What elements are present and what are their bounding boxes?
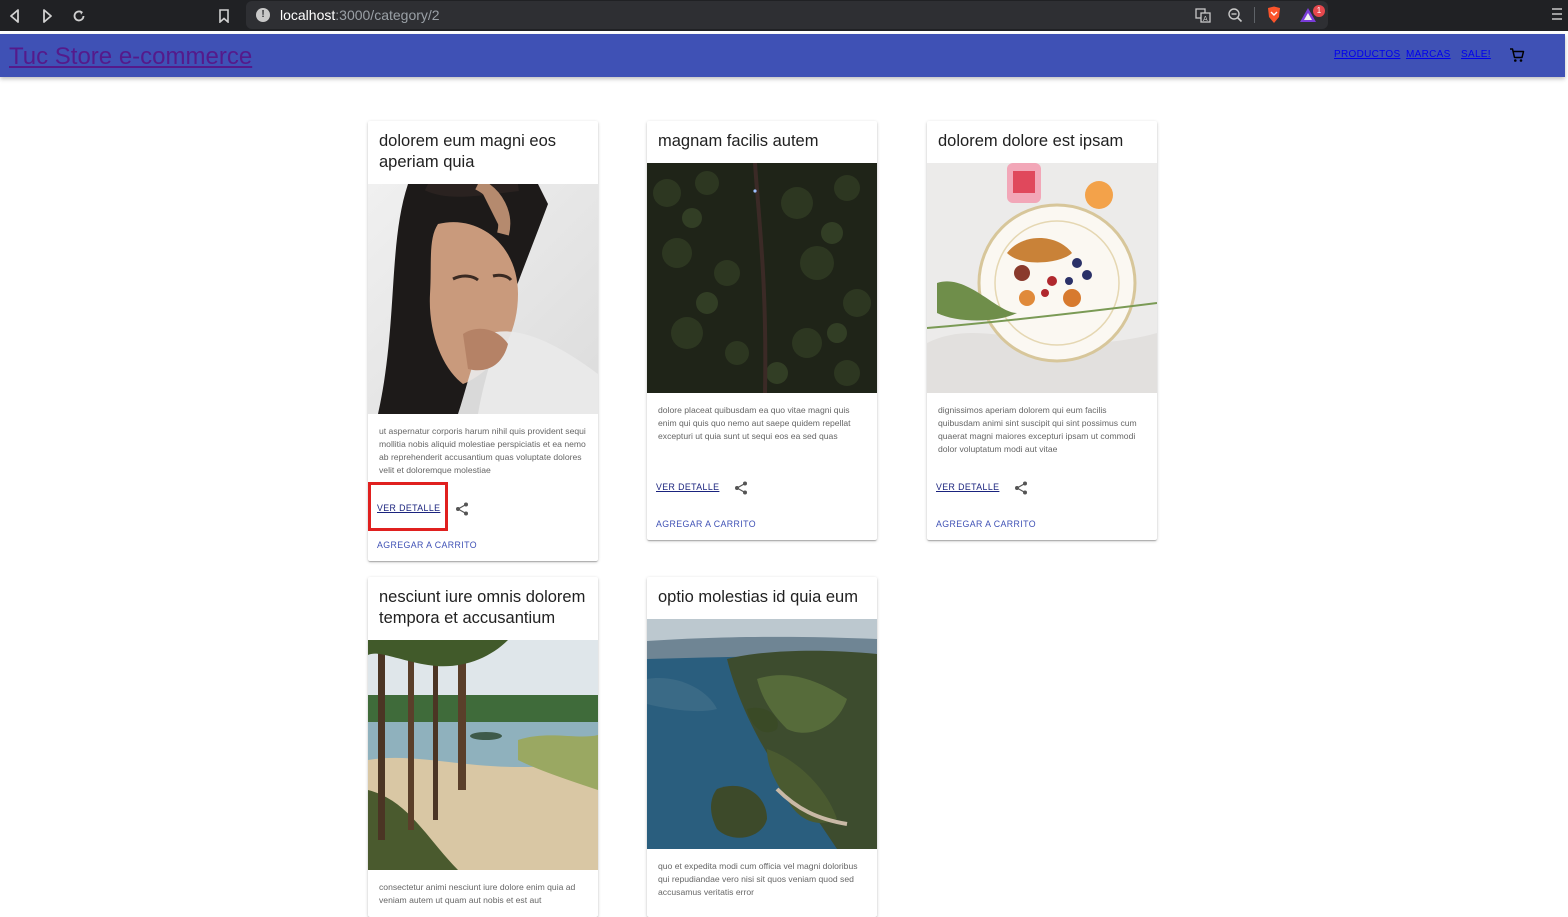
address-bar[interactable]: ! localhost:3000/category/2 A (246, 1, 1328, 29)
nav-marcas[interactable]: MARCAS (1406, 49, 1451, 60)
share-icon[interactable] (734, 481, 748, 495)
translate-icon[interactable]: A (1194, 6, 1212, 24)
notification-badge: 1 (1313, 5, 1325, 17)
ver-detalle-link[interactable]: VER DETALLE (936, 482, 999, 492)
product-title: magnam facilis autem (658, 132, 819, 150)
product-card: nesciunt iure omnis dolorem tempora et a… (368, 577, 598, 917)
product-description: dignissimos aperiam dolorem qui eum faci… (938, 405, 1137, 454)
app-header: Tuc Store e-commerce PRODUCTOS MARCAS SA… (0, 34, 1565, 77)
product-title: dolorem eum magni eos aperiam quia (379, 132, 557, 171)
product-card: optio molestias id quia eum quo et exped… (647, 577, 877, 917)
product-image (368, 640, 598, 870)
product-image (927, 163, 1157, 393)
product-image (368, 177, 598, 414)
browser-toolbar: ! localhost:3000/category/2 A 1 (0, 0, 1568, 31)
zoom-icon[interactable] (1226, 6, 1244, 24)
back-icon[interactable] (5, 6, 25, 26)
nav-sale[interactable]: SALE! (1461, 49, 1491, 60)
url-text: localhost:3000/category/2 (280, 7, 440, 23)
product-title: dolorem dolore est ipsam (938, 132, 1124, 150)
cart-icon[interactable] (1509, 47, 1525, 63)
ver-detalle-link[interactable]: VER DETALLE (656, 482, 719, 492)
product-description: dolore placeat quibusdam ea quo vitae ma… (658, 405, 851, 441)
product-description: consectetur animi nesciunt iure dolore e… (379, 882, 576, 905)
add-to-cart-button[interactable]: AGREGAR A CARRITO (656, 519, 756, 529)
highlight-box (368, 482, 448, 531)
svg-text:A: A (1203, 16, 1208, 23)
browser-menu-icon[interactable] (1549, 6, 1563, 24)
site-info-icon[interactable]: ! (256, 8, 270, 22)
bookmark-icon[interactable] (214, 6, 234, 26)
product-image (647, 162, 877, 394)
product-image (647, 619, 877, 849)
product-card: dolorem dolore est ipsam dignissimos ape… (927, 121, 1157, 540)
forward-icon[interactable] (37, 6, 57, 26)
add-to-cart-button[interactable]: AGREGAR A CARRITO (936, 519, 1036, 529)
brand-link[interactable]: Tuc Store e-commerce (9, 43, 252, 71)
product-card: magnam facilis autem dolore placeat quib… (647, 121, 877, 540)
product-title: optio molestias id quia eum (658, 588, 858, 606)
share-icon[interactable] (455, 502, 469, 516)
add-to-cart-button[interactable]: AGREGAR A CARRITO (377, 540, 477, 550)
product-description: quo et expedita modi cum officia vel mag… (658, 861, 858, 897)
brave-shield-icon[interactable] (1265, 6, 1283, 24)
reload-icon[interactable] (69, 6, 89, 26)
share-icon[interactable] (1014, 481, 1028, 495)
product-title: nesciunt iure omnis dolorem tempora et a… (379, 588, 586, 627)
product-description: ut aspernatur corporis harum nihil quis … (379, 426, 586, 475)
nav-productos[interactable]: PRODUCTOS (1334, 49, 1400, 60)
toolbar-divider (1254, 7, 1255, 23)
